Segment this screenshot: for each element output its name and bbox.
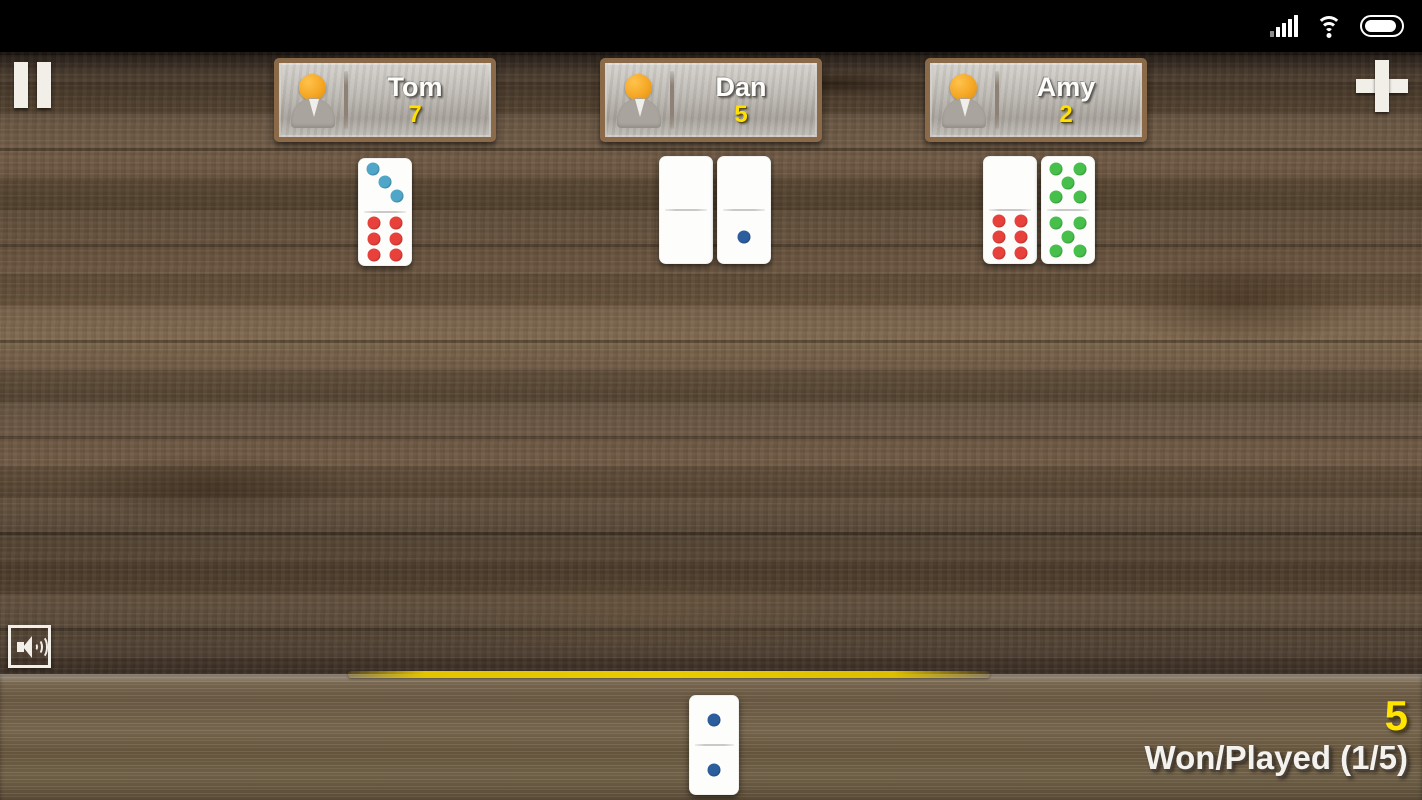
domino-half [983,210,1037,264]
domino-half [659,210,713,264]
player-score: 5 [734,101,748,128]
footer-score-block: 5 Won/Played (1/5) [1145,694,1408,778]
domino-half [1041,156,1095,210]
user-avatar-icon [286,69,340,131]
domino-half [983,156,1037,210]
player-list: Tom 7 Dan 5 Amy 2 [0,58,1422,148]
domino-pip [1049,244,1063,258]
domino-pip [992,214,1006,228]
domino-pip [1073,190,1087,204]
domino-pip [1014,214,1028,228]
player-card-dan[interactable]: Dan 5 [600,58,822,142]
domino-half [689,695,739,745]
domino-pip [389,216,403,230]
domino-pip [389,232,403,246]
domino-half [717,210,771,264]
domino-pip [737,230,751,244]
domino-half [689,745,739,795]
domino-half [358,158,412,212]
pause-button[interactable] [14,62,56,108]
hand-dan [657,156,773,264]
pause-icon [14,62,28,108]
status-bar-icons [1270,0,1404,52]
card-divider [995,71,999,129]
domino-pip [992,230,1006,244]
hand-amy [981,156,1097,264]
plus-icon [1375,60,1389,112]
pause-icon [37,62,51,108]
wifi-icon [1315,15,1343,38]
domino-half [1041,210,1095,264]
domino-tile [659,156,713,264]
domino-pip [390,189,404,203]
domino-pip [1073,162,1087,176]
domino-pip [378,175,392,189]
wood-knot [430,572,850,652]
domino-tile [983,156,1037,264]
domino-pip [1049,190,1063,204]
domino-half [358,212,412,266]
domino-pip [367,216,381,230]
sound-toggle-button[interactable] [8,625,51,668]
domino-pip [367,248,381,262]
domino-pip [1049,162,1063,176]
player-card-amy[interactable]: Amy 2 [925,58,1147,142]
status-bar [0,0,1422,52]
hand-tom [356,158,414,266]
cellular-signal-icon [1270,15,1298,37]
domino-pip [1014,246,1028,260]
domino-half [659,156,713,210]
card-divider [670,71,674,129]
domino-pip [389,248,403,262]
domino-pip [1049,216,1063,230]
domino-pip [367,232,381,246]
domino-pip [707,713,721,727]
turn-indicator-rail [348,671,990,678]
domino-pip [992,246,1006,260]
player-name: Dan [715,72,767,102]
player-score-total: 5 [1384,692,1408,739]
domino-pip [366,162,380,176]
wood-knot [60,452,360,522]
player-card-tom[interactable]: Tom 7 [274,58,496,142]
player-name: Amy [1036,72,1096,102]
domino-pip [1061,230,1075,244]
domino-pip [1014,230,1028,244]
player-name: Tom [387,72,443,102]
wood-knot [1120,257,1360,347]
player-score: 7 [408,101,422,128]
add-button[interactable] [1356,60,1408,112]
won-played-label: Won/Played (1/5) [1144,739,1408,776]
domino-tile [1041,156,1095,264]
speaker-on-icon [16,634,48,659]
user-avatar-icon [612,69,666,131]
domino-half [717,156,771,210]
card-divider [344,71,348,129]
domino-pip [707,763,721,777]
domino-pip [1073,216,1087,230]
hand-player[interactable] [686,695,742,795]
domino-tile [717,156,771,264]
domino-pip [1061,176,1075,190]
user-avatar-icon [937,69,991,131]
domino-pip [1073,244,1087,258]
domino-tile [358,158,412,266]
battery-icon [1360,15,1404,37]
player-score: 2 [1059,101,1073,128]
domino-tile[interactable] [689,695,739,795]
game-screen: Tom 7 Dan 5 Amy 2 5 Won/Played (1/5) [0,0,1422,800]
